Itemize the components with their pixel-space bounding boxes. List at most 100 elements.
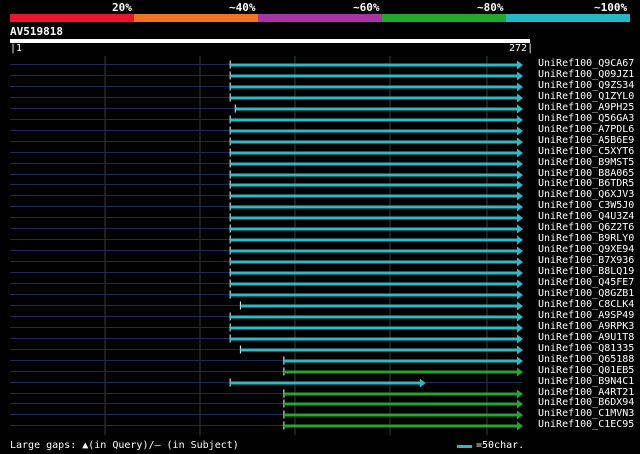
hit-label[interactable]: UniRef100_B7X936 [538,255,634,266]
hit-label[interactable]: UniRef100_Q09JZ1 [538,69,634,80]
hit-bar[interactable] [283,392,518,396]
hit-label[interactable]: UniRef100_A9U1T8 [538,332,634,343]
hit-label[interactable]: UniRef100_Q4U3Z4 [538,211,634,222]
hit-bar[interactable] [230,282,518,286]
hit-bar[interactable] [283,370,518,374]
hit-arrow-icon [517,180,523,190]
hit-label[interactable]: UniRef100_A9RPK3 [538,321,634,332]
hit-label[interactable]: UniRef100_Q65188 [538,354,634,365]
hit-arrow-icon [419,378,426,388]
hit-arrow-icon [517,246,523,256]
hit-arrow-icon [517,323,523,333]
hit-arrow-icon [517,191,523,201]
hit-arrow-icon [517,257,523,267]
hit-label[interactable]: UniRef100_C8CLK4 [538,299,634,310]
hit-label[interactable]: UniRef100_Q56GA3 [538,113,634,124]
hit-bar[interactable] [230,293,518,297]
hit-arrow-icon [517,126,523,136]
hit-bar[interactable] [283,402,518,406]
hit-arrow-icon [517,334,523,344]
hit-arrow-icon [517,213,523,223]
hit-bar[interactable] [230,249,518,253]
hit-bar[interactable] [230,151,518,155]
legend-scale-bar [457,445,472,448]
hit-arrow-icon [517,148,523,158]
hit-arrow-icon [517,137,523,147]
hit-bar[interactable] [230,326,518,330]
hit-label[interactable]: UniRef100_Q9CA67 [538,58,634,69]
hit-bar[interactable] [240,348,518,352]
hit-arrow-icon [517,367,523,377]
hit-label[interactable]: UniRef100_Q6Z2T6 [538,222,634,233]
hit-bar[interactable] [240,304,518,308]
hit-bar[interactable] [230,173,518,177]
hit-arrow-icon [517,410,523,420]
hit-label[interactable]: UniRef100_C5XYT6 [538,146,634,157]
hit-arrow-icon [517,82,523,92]
hit-label[interactable]: UniRef100_C3W5J0 [538,200,634,211]
hit-bar[interactable] [230,260,518,264]
hit-label[interactable]: UniRef100_B9RLY0 [538,233,634,244]
hit-bar[interactable] [230,216,518,220]
hit-arrow-icon [517,268,523,278]
hit-bar[interactable] [283,413,518,417]
hit-label[interactable]: UniRef100_Q6XJV3 [538,189,634,200]
hit-bar[interactable] [230,205,518,209]
hit-label[interactable]: UniRef100_A5B6E9 [538,135,634,146]
hit-arrow-icon [517,224,523,234]
hit-label[interactable]: UniRef100_Q81335 [538,343,634,354]
hit-arrow-icon [517,60,523,70]
hit-label[interactable]: UniRef100_C1MVN3 [538,408,634,419]
hit-bar[interactable] [230,63,518,67]
hit-bar[interactable] [230,227,518,231]
hit-bar[interactable] [230,96,518,100]
hit-label[interactable]: UniRef100_B6TDR5 [538,178,634,189]
hit-arrow-icon [517,312,523,322]
hit-label[interactable]: UniRef100_B8LQ19 [538,266,634,277]
hit-bar[interactable] [283,359,518,363]
hit-label[interactable]: UniRef100_Q9ZS34 [538,80,634,91]
hit-arrow-icon [517,279,523,289]
hit-arrow-icon [517,104,523,114]
hit-arrow-icon [517,159,523,169]
hit-bar[interactable] [230,381,421,385]
legend-large-gaps: Large gaps: ▲(in Query)/– (in Subject) [10,440,239,451]
hit-bar[interactable] [230,183,518,187]
hit-arrow-icon [517,290,523,300]
hit-bar[interactable] [230,271,518,275]
hit-label[interactable]: UniRef100_B9N4C1 [538,376,634,387]
hit-bar[interactable] [230,238,518,242]
hit-arrow-icon [517,202,523,212]
hit-bar[interactable] [230,194,518,198]
hit-arrow-icon [517,399,523,409]
hit-bar[interactable] [230,74,518,78]
hit-label[interactable]: UniRef100_A7PDL6 [538,124,634,135]
hit-arrow-icon [517,235,523,245]
hit-label[interactable]: UniRef100_Q1ZYL0 [538,91,634,102]
hit-bar[interactable] [230,85,518,89]
hit-arrow-icon [517,356,523,366]
legend-scale-label: =50char. [476,440,525,451]
hit-arrow-icon [517,170,523,180]
hit-label[interactable]: UniRef100_A9SP49 [538,310,634,321]
hit-bar[interactable] [230,118,518,122]
hit-arrow-icon [517,93,523,103]
hit-bar[interactable] [230,162,518,166]
hit-arrow-icon [517,71,523,81]
hit-label[interactable]: UniRef100_Q45FE7 [538,277,634,288]
hit-bar[interactable] [235,107,518,111]
hit-bar[interactable] [230,337,518,341]
hit-label[interactable]: UniRef100_Q8GZB1 [538,288,634,299]
hit-label[interactable]: UniRef100_A9PH25 [538,102,634,113]
hit-bar[interactable] [230,140,518,144]
hit-label[interactable]: UniRef100_B9MST5 [538,157,634,168]
hit-arrow-icon [517,389,523,399]
hit-bar[interactable] [283,424,518,428]
hit-bar[interactable] [230,315,518,319]
hit-label[interactable]: UniRef100_Q9XE94 [538,244,634,255]
hit-bar[interactable] [230,129,518,133]
hit-label[interactable]: UniRef100_B6DX94 [538,397,634,408]
hit-label[interactable]: UniRef100_Q01EB5 [538,365,634,376]
hit-arrow-icon [517,345,523,355]
hit-label[interactable]: UniRef100_C1EC95 [538,419,634,430]
